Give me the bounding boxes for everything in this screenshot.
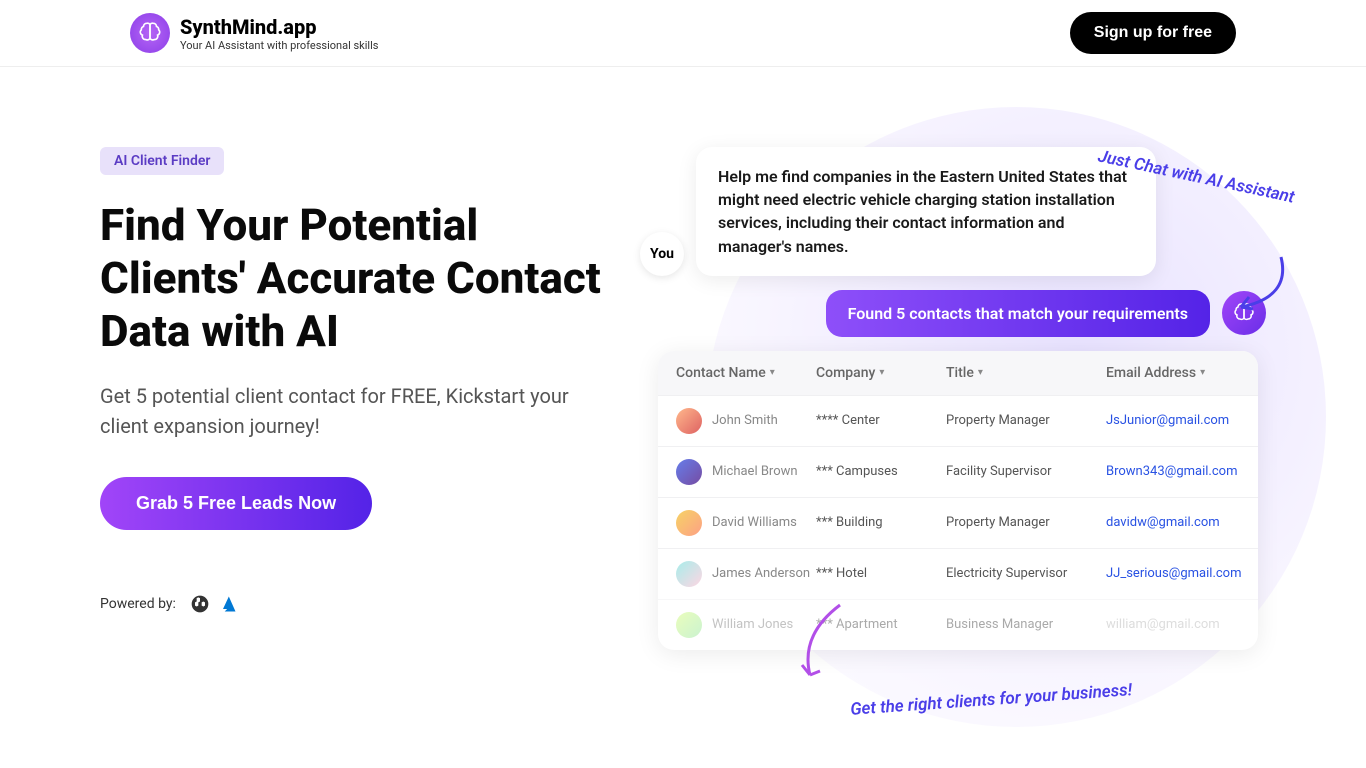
chevron-down-icon: ▾ <box>1200 367 1205 378</box>
powered-icons <box>190 594 238 614</box>
avatar <box>676 561 702 587</box>
powered-by: Powered by: <box>100 594 620 614</box>
cta-button[interactable]: Grab 5 Free Leads Now <box>100 477 372 530</box>
table-row: Michael Brown*** CampusesFacility Superv… <box>658 446 1258 497</box>
th-title[interactable]: Title▾ <box>946 365 1106 381</box>
ai-response-row: Found 5 contacts that match your require… <box>650 290 1266 337</box>
you-avatar: You <box>640 232 684 276</box>
table-row: David Williams*** BuildingProperty Manag… <box>658 497 1258 548</box>
azure-icon <box>218 594 238 614</box>
logo-section[interactable]: SynthMind.app Your AI Assistant with pro… <box>130 13 378 53</box>
user-message-bubble: Help me find companies in the Eastern Un… <box>696 147 1156 276</box>
th-email[interactable]: Email Address▾ <box>1106 365 1240 381</box>
avatar <box>676 408 702 434</box>
main-content: AI Client Finder Find Your Potential Cli… <box>0 67 1366 650</box>
openai-icon <box>190 594 210 614</box>
th-name[interactable]: Contact Name▾ <box>676 365 816 381</box>
logo-title: SynthMind.app <box>180 15 378 39</box>
hero-right: Just Chat with AI Assistant You Help me … <box>650 147 1266 650</box>
chevron-down-icon: ▾ <box>770 367 775 378</box>
arrow-icon <box>770 595 870 695</box>
chevron-down-icon: ▾ <box>879 367 884 378</box>
signup-button[interactable]: Sign up for free <box>1070 12 1236 54</box>
th-company[interactable]: Company▾ <box>816 365 946 381</box>
hero-heading: Find Your Potential Clients' Accurate Co… <box>100 199 620 357</box>
table-row: John Smith**** CenterProperty ManagerJsJ… <box>658 395 1258 446</box>
logo-subtitle: Your AI Assistant with professional skil… <box>180 39 378 52</box>
table-row: James Anderson*** HotelElectricity Super… <box>658 548 1258 599</box>
logo-text: SynthMind.app Your AI Assistant with pro… <box>180 15 378 52</box>
avatar <box>676 459 702 485</box>
product-badge: AI Client Finder <box>100 147 224 175</box>
table-row: William Jones*** ApartmentBusiness Manag… <box>658 599 1258 650</box>
hero-subtext: Get 5 potential client contact for FREE,… <box>100 381 620 441</box>
hero-left: AI Client Finder Find Your Potential Cli… <box>100 147 620 650</box>
arrow-icon <box>1221 247 1301 327</box>
powered-label: Powered by: <box>100 596 176 612</box>
ai-response-bubble: Found 5 contacts that match your require… <box>826 290 1210 337</box>
avatar <box>676 510 702 536</box>
header: SynthMind.app Your AI Assistant with pro… <box>0 0 1366 67</box>
avatar <box>676 612 702 638</box>
chevron-down-icon: ▾ <box>978 367 983 378</box>
results-table: Contact Name▾ Company▾ Title▾ Email Addr… <box>658 351 1258 650</box>
table-header: Contact Name▾ Company▾ Title▾ Email Addr… <box>658 351 1258 395</box>
brain-icon <box>130 13 170 53</box>
